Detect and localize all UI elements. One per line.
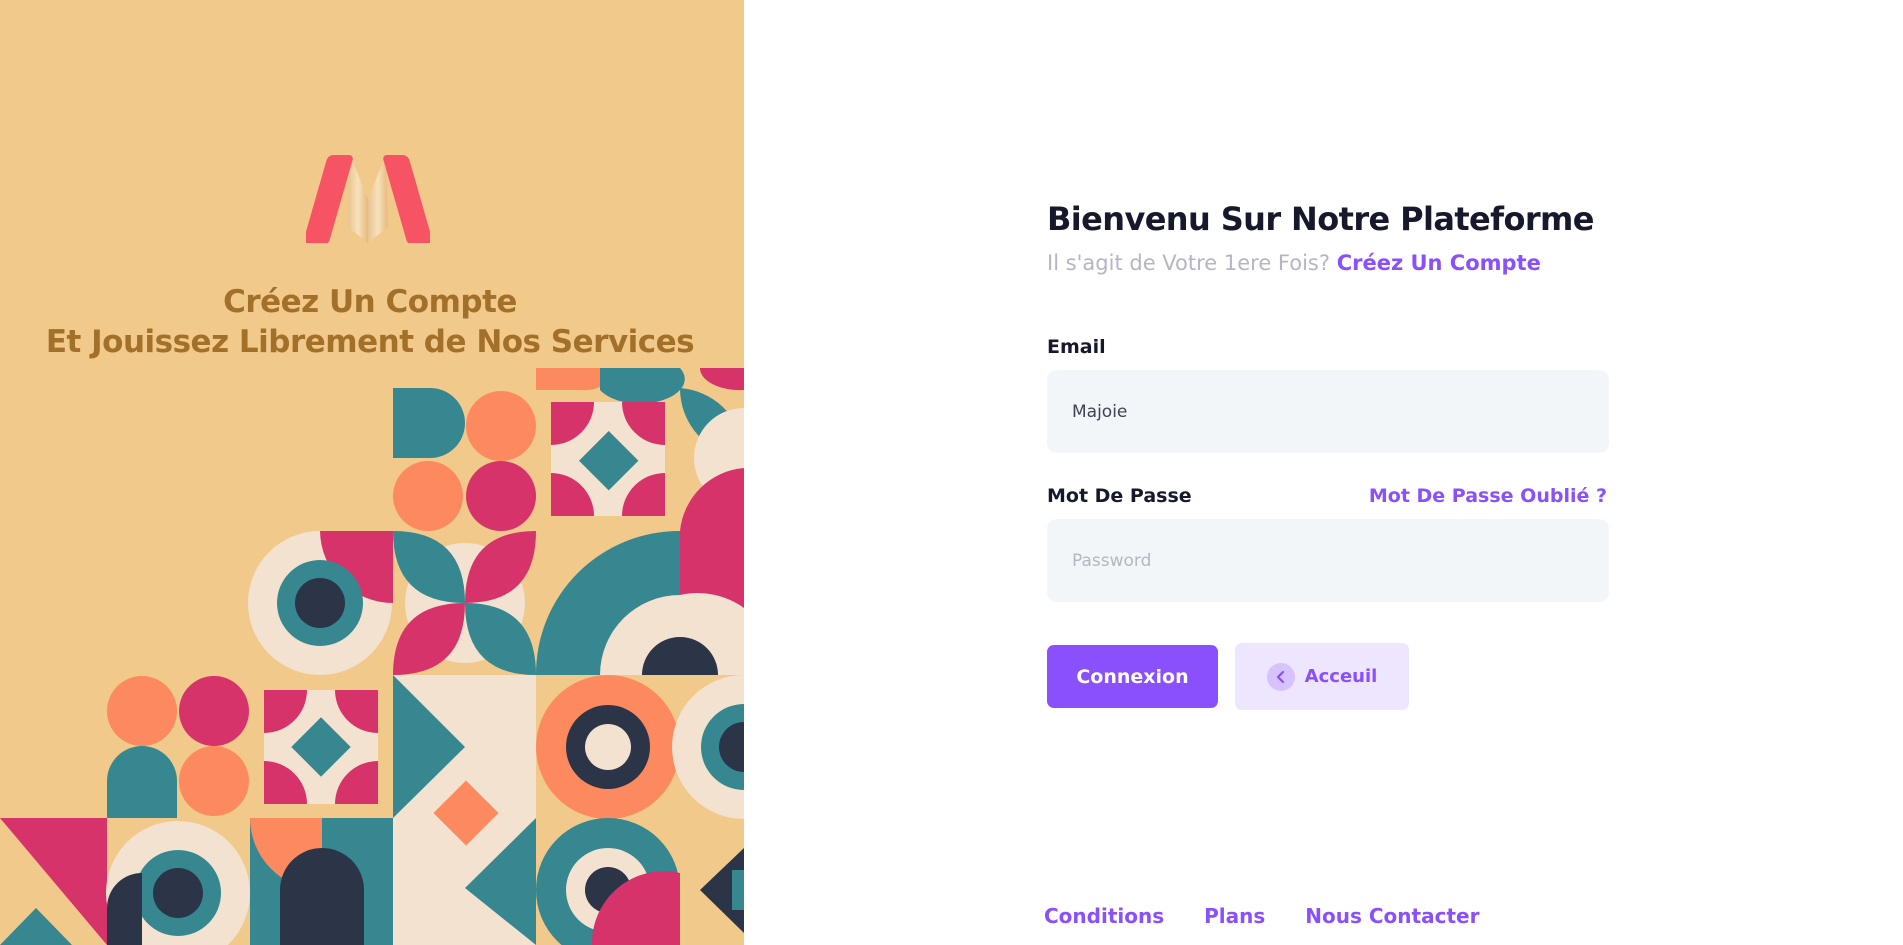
subtitle-text: Il s'agit de Votre 1ere Fois? xyxy=(1047,251,1337,275)
footer-link-conditions[interactable]: Conditions xyxy=(1044,904,1164,928)
email-field[interactable] xyxy=(1047,370,1609,453)
chevron-left-icon xyxy=(1266,662,1295,691)
form-subtitle: Il s'agit de Votre 1ere Fois? Créez Un C… xyxy=(1047,251,1541,275)
tagline-line-2: Et Jouissez Librement de Nos Services xyxy=(45,324,695,360)
email-label: Email xyxy=(1047,336,1106,358)
home-button-label: Acceuil xyxy=(1304,666,1378,687)
home-button[interactable]: Acceuil xyxy=(1235,643,1409,710)
signup-link[interactable]: Créez Un Compte xyxy=(1337,251,1541,275)
aside-panel: Créez Un Compte Et Jouissez Librement de… xyxy=(0,0,744,945)
footer-links: Conditions Plans Nous Contacter xyxy=(1044,904,1479,928)
password-field[interactable] xyxy=(1047,519,1609,602)
aside-tagline: Créez Un Compte Et Jouissez Librement de… xyxy=(0,282,740,362)
login-button[interactable]: Connexion xyxy=(1047,645,1218,708)
tagline-line-1: Créez Un Compte xyxy=(223,284,517,320)
geometric-pattern-illustration xyxy=(0,368,744,945)
page-title: Bienvenu Sur Notre Plateforme xyxy=(1047,200,1595,238)
brand-logo xyxy=(306,155,430,243)
footer-link-plans[interactable]: Plans xyxy=(1204,904,1265,928)
password-label: Mot De Passe xyxy=(1047,485,1192,507)
forgot-password-link[interactable]: Mot De Passe Oublié ? xyxy=(1369,485,1607,507)
footer-link-contact[interactable]: Nous Contacter xyxy=(1305,904,1479,928)
